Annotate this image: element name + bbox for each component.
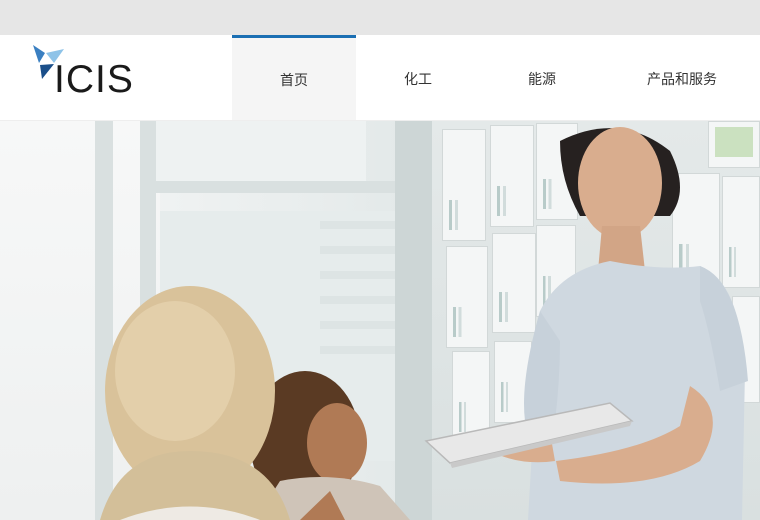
nav-item-label: 首页 [280,73,308,89]
hero-banner[interactable] [0,121,760,520]
hero-photo-illustration [100,127,748,520]
nav-item-label: 化工 [404,71,432,88]
logo-text: ICIS [54,58,134,101]
nav-item-chemicals[interactable]: 化工 [356,35,480,120]
icis-logo[interactable]: ICIS [30,43,133,103]
nav-item-energy[interactable]: 能源 [480,35,604,120]
nav-item-products-services[interactable]: 产品和服务 [604,35,760,120]
site-header: ICIS 首页 化工 能源 产品和服务 [0,35,760,121]
nav-item-label: 能源 [528,71,556,88]
top-bar [0,0,760,35]
nav-item-label: 产品和服务 [647,71,717,88]
nav-item-home[interactable]: 首页 [232,35,356,120]
